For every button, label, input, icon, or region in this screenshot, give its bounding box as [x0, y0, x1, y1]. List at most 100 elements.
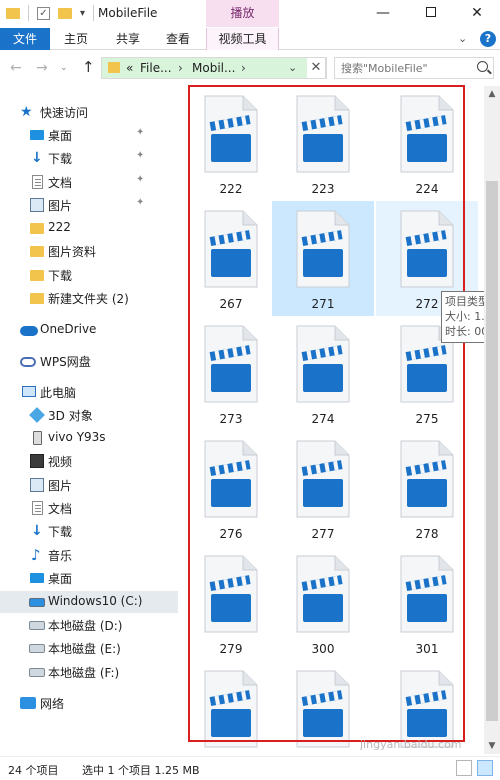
sidebar-item-label: 3D 对象 [48, 409, 93, 423]
address-bar[interactable]: « File... › Mobil... › ⌄ [101, 57, 327, 79]
folder-icon [108, 62, 120, 73]
sidebar-item-pc-downloads[interactable]: ↓ 下载 [0, 520, 178, 542]
sidebar-item-label: 桌面 [48, 572, 73, 586]
search-input[interactable] [341, 58, 471, 78]
properties-icon[interactable]: ✓ [37, 6, 50, 20]
sidebar-item-picture-materials[interactable]: 图片资料 [0, 240, 178, 262]
maximize-button[interactable] [408, 0, 454, 28]
document-icon [32, 175, 43, 189]
pin-icon[interactable]: ✦ [136, 127, 144, 138]
file-item[interactable]: 271 [272, 201, 374, 316]
sidebar-item-pc-documents[interactable]: 文档 [0, 497, 178, 519]
breadcrumb-file[interactable]: File... [140, 61, 172, 75]
sidebar-item-desktop[interactable]: 桌面 ✦ [0, 124, 178, 146]
file-name: 277 [311, 527, 335, 541]
file-item[interactable]: 222 [180, 86, 282, 201]
vertical-scrollbar[interactable]: ▲ ▼ [484, 86, 500, 754]
file-name: 278 [415, 527, 439, 541]
tab-view[interactable]: 查看 [158, 28, 198, 50]
clear-address-button[interactable]: ✕ [307, 57, 326, 79]
music-icon: ♪ [31, 546, 41, 564]
sidebar-item-quick-access[interactable]: ★ 快速访问 [0, 101, 178, 123]
search-box[interactable] [334, 57, 494, 79]
sidebar-item-drive-d[interactable]: 本地磁盘 (D:) [0, 614, 178, 636]
details-view-button[interactable] [456, 760, 472, 776]
drive-icon [29, 668, 45, 677]
sidebar-item-this-pc[interactable]: 此电脑 [0, 381, 178, 403]
download-icon: ↓ [31, 150, 43, 166]
toolbar-divider [28, 5, 29, 21]
breadcrumb-chevron-icon[interactable]: › [178, 61, 183, 75]
sidebar-item-downloads[interactable]: ↓ 下载 ✦ [0, 147, 178, 169]
file-item[interactable]: 273 [180, 316, 282, 431]
breadcrumb-chevron-icon[interactable]: › [241, 61, 246, 75]
sidebar-item-pc-desktop[interactable]: 桌面 [0, 567, 178, 589]
file-item[interactable]: 278 [376, 431, 478, 546]
tab-home[interactable]: 主页 [56, 28, 96, 50]
sidebar-item-label: 本地磁盘 (F:) [48, 666, 120, 680]
navigation-pane: ★ 快速访问 桌面 ✦ ↓ 下载 ✦ 文档 ✦ 图片 ✦ 222 图片资料 下载… [0, 88, 178, 754]
tab-share[interactable]: 共享 [108, 28, 148, 50]
file-item[interactable] [180, 661, 282, 754]
context-tab-play[interactable]: 播放 [206, 0, 279, 27]
file-item[interactable]: 300 [272, 546, 374, 661]
recent-locations-button[interactable]: ⌄ [60, 63, 68, 73]
expand-ribbon-icon[interactable]: ⌄ [458, 32, 467, 45]
sidebar-item-pictures[interactable]: 图片 ✦ [0, 194, 178, 216]
video-file-icon [400, 670, 454, 748]
sidebar-item-drive-c[interactable]: Windows10 (C:) [0, 591, 178, 613]
sidebar-item-vivo-phone[interactable]: vivo Y93s [0, 427, 178, 449]
file-item[interactable]: 224 [376, 86, 478, 201]
video-file-icon [400, 210, 454, 288]
search-icon[interactable] [477, 61, 488, 72]
scroll-up-icon[interactable]: ▲ [484, 86, 500, 102]
sidebar-item-wps-drive[interactable]: WPS网盘 [0, 350, 178, 372]
file-item[interactable]: 301 [376, 546, 478, 661]
pin-icon[interactable]: ✦ [136, 150, 144, 161]
sidebar-item-folder-222[interactable]: 222 [0, 217, 178, 239]
document-icon [32, 501, 43, 515]
star-icon: ★ [20, 104, 33, 120]
forward-button[interactable]: → [36, 60, 48, 76]
pin-icon[interactable]: ✦ [136, 197, 144, 208]
sidebar-item-folder-downloads[interactable]: 下载 [0, 264, 178, 286]
file-item[interactable]: 279 [180, 546, 282, 661]
file-item[interactable]: 223 [272, 86, 374, 201]
breadcrumb-overflow[interactable]: « [126, 61, 133, 75]
customize-chevron-icon[interactable]: ▾ [80, 8, 85, 19]
tab-video-tools[interactable]: 视频工具 [206, 28, 279, 50]
sidebar-item-documents[interactable]: 文档 ✦ [0, 171, 178, 193]
folder-icon[interactable] [6, 7, 20, 19]
sidebar-item-drive-e[interactable]: 本地磁盘 (E:) [0, 637, 178, 659]
back-button[interactable]: ← [10, 60, 22, 76]
scroll-thumb[interactable] [486, 181, 498, 721]
sidebar-item-videos[interactable]: 视频 [0, 450, 178, 472]
sidebar-item-3d-objects[interactable]: 3D 对象 [0, 404, 178, 426]
file-item[interactable]: 274 [272, 316, 374, 431]
tab-file[interactable]: 文件 [0, 28, 50, 50]
sidebar-item-label: 网络 [40, 697, 65, 711]
up-button[interactable]: ↑ [82, 58, 95, 76]
pin-icon[interactable]: ✦ [136, 174, 144, 185]
sidebar-item-onedrive[interactable]: OneDrive [0, 319, 178, 341]
file-item[interactable] [272, 661, 374, 754]
file-item[interactable]: 267 [180, 201, 282, 316]
large-icons-view-button[interactable] [477, 760, 493, 776]
sidebar-item-pc-pictures[interactable]: 图片 [0, 474, 178, 496]
file-explorer-window: ✓ ▾ MobileFile 播放 — ✕ 文件 主页 共享 查看 视频工具 ⌄… [0, 0, 500, 780]
breadcrumb-mobil[interactable]: Mobil... [192, 61, 235, 75]
close-button[interactable]: ✕ [454, 0, 500, 28]
selection-info: 选中 1 个项目 1.25 MB [82, 764, 200, 777]
address-dropdown-icon[interactable]: ⌄ [288, 61, 297, 74]
file-item[interactable]: 277 [272, 431, 374, 546]
sidebar-item-label: Windows10 (C:) [48, 594, 143, 608]
minimize-button[interactable]: — [360, 0, 406, 28]
help-icon[interactable]: ? [480, 31, 496, 47]
scroll-down-icon[interactable]: ▼ [484, 738, 500, 754]
sidebar-item-new-folder-2[interactable]: 新建文件夹 (2) [0, 287, 178, 309]
sidebar-item-music[interactable]: ♪ 音乐 [0, 544, 178, 566]
sidebar-item-network[interactable]: 网络 [0, 692, 178, 714]
new-folder-icon[interactable] [58, 7, 72, 19]
sidebar-item-drive-f[interactable]: 本地磁盘 (F:) [0, 661, 178, 683]
file-item[interactable]: 276 [180, 431, 282, 546]
